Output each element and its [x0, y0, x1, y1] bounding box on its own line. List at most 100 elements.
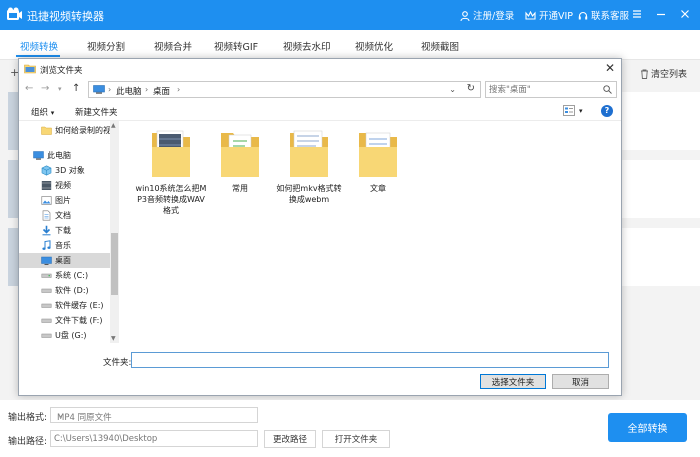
tab-video-optimize[interactable]: 视频优化	[355, 39, 393, 53]
nav-item-pictures[interactable]: 图片	[19, 193, 111, 208]
folder-icon	[41, 126, 52, 135]
support-link[interactable]: 联系客服	[578, 8, 629, 22]
refresh-icon[interactable]: ↻	[467, 83, 475, 94]
file-list-row[interactable]	[622, 92, 700, 150]
nav-item-downloads[interactable]: 下载	[19, 223, 111, 238]
tab-video-screenshot[interactable]: 视频截图	[421, 39, 459, 53]
app-title: 迅捷视频转换器	[27, 10, 104, 23]
tab-video-merge[interactable]: 视频合并	[154, 39, 192, 53]
file-list-row[interactable]	[622, 160, 700, 218]
usb-drive-icon	[41, 333, 52, 338]
nav-item-this-pc[interactable]: 此电脑	[19, 148, 111, 163]
folder-item[interactable]: 如何把mkv格式转换成webm	[273, 127, 345, 205]
folder-label: 如何把mkv格式转换成webm	[276, 184, 342, 204]
user-icon	[460, 11, 470, 22]
picture-icon	[41, 196, 52, 205]
breadcrumb-separator: ›	[108, 85, 112, 94]
new-folder-button[interactable]: 新建文件夹	[75, 106, 118, 118]
browse-folder-dialog: 浏览文件夹 ✕ ← → ▾ ↑ › 此电脑 › 桌面 › ⌄ ↻ 组织 ▾ 新建…	[18, 58, 622, 396]
navigation-pane: 如何给录制的视 此电脑 3D 对象 视频 图片 文档 下载 音乐 桌面 系统 (…	[19, 121, 119, 343]
title-bar: 迅捷视频转换器 注册/登录 开通VIP 联系客服	[0, 0, 700, 30]
search-box[interactable]	[485, 81, 617, 98]
navigation-scrollbar[interactable]: ▲ ▼	[110, 121, 119, 343]
drive-icon	[41, 273, 52, 278]
vip-link[interactable]: 开通VIP	[525, 8, 573, 22]
search-icon	[603, 85, 612, 94]
chevron-down-icon[interactable]: ▾	[579, 107, 583, 115]
nav-item-label: 文件下载 (F:)	[55, 316, 103, 325]
main-tabs: 视频转换 视频分割 视频合并 视频转GIF 视频去水印 视频优化 视频截图	[0, 30, 700, 60]
dialog-close-icon[interactable]: ✕	[605, 61, 615, 75]
search-input[interactable]	[489, 83, 599, 96]
forward-arrow-icon[interactable]: →	[41, 83, 49, 94]
convert-all-button[interactable]: 全部转换	[608, 413, 687, 442]
nav-item-label: 文档	[55, 211, 71, 220]
folder-item[interactable]: 常用	[204, 127, 276, 194]
help-icon[interactable]: ?	[601, 105, 613, 117]
organize-menu[interactable]: 组织 ▾	[31, 106, 54, 118]
organize-label: 组织	[31, 108, 49, 118]
menu-icon[interactable]	[629, 6, 645, 22]
nav-item-drive-e[interactable]: 软件缓存 (E:)	[19, 298, 111, 313]
desktop-icon	[41, 256, 52, 265]
tab-video-split[interactable]: 视频分割	[87, 39, 125, 53]
minimize-icon[interactable]	[653, 6, 669, 22]
scrollbar-thumb[interactable]	[111, 233, 118, 295]
chevron-down-icon[interactable]: ⌄	[449, 85, 456, 94]
select-folder-button[interactable]: 选择文件夹	[480, 374, 546, 389]
login-link[interactable]: 注册/登录	[460, 8, 514, 22]
change-path-button[interactable]: 更改路径	[264, 430, 316, 448]
download-icon	[42, 225, 51, 236]
nav-item-documents[interactable]: 文档	[19, 208, 111, 223]
tab-video-to-gif[interactable]: 视频转GIF	[214, 39, 258, 53]
nav-item-desktop[interactable]: 桌面	[19, 253, 111, 268]
dialog-title-bar: 浏览文件夹 ✕	[19, 59, 621, 79]
cancel-button[interactable]: 取消	[552, 374, 609, 389]
clear-list-label: 清空列表	[651, 70, 688, 80]
folder-name-input[interactable]	[131, 352, 609, 368]
nav-item-label: 如何给录制的视	[55, 126, 111, 135]
nav-item-videos[interactable]: 视频	[19, 178, 111, 193]
computer-icon	[93, 85, 105, 94]
view-options-icon[interactable]	[563, 105, 575, 116]
nav-item-recent-folder[interactable]: 如何给录制的视	[19, 123, 111, 138]
dialog-title: 浏览文件夹	[40, 66, 83, 76]
address-bar[interactable]: › 此电脑 › 桌面 › ⌄ ↻	[88, 81, 481, 98]
folder-name-label: 文件夹:	[103, 358, 132, 368]
folder-label: 文章	[370, 184, 386, 193]
up-arrow-icon[interactable]: ↑	[72, 83, 80, 94]
scroll-down-icon[interactable]: ▼	[111, 335, 116, 342]
tab-remove-watermark[interactable]: 视频去水印	[283, 39, 331, 53]
output-format-select[interactable]: MP4 同原文件 ⌄	[50, 407, 258, 423]
active-tab-indicator	[16, 55, 60, 57]
clear-list-button[interactable]: 清空列表	[640, 67, 687, 80]
trash-icon	[641, 69, 648, 79]
nav-item-3d-objects[interactable]: 3D 对象	[19, 163, 111, 178]
scroll-up-icon[interactable]: ▲	[111, 122, 116, 129]
file-list-row[interactable]	[622, 228, 700, 286]
video-icon	[41, 181, 52, 190]
recent-locations-icon[interactable]: ▾	[58, 85, 62, 93]
crown-icon	[525, 10, 536, 20]
nav-item-label: 软件缓存 (E:)	[55, 301, 104, 310]
nav-item-music[interactable]: 音乐	[19, 238, 111, 253]
folder-icon	[290, 130, 328, 177]
nav-item-drive-f[interactable]: 文件下载 (F:)	[19, 313, 111, 328]
breadcrumb-separator: ›	[177, 85, 181, 94]
tab-video-convert[interactable]: 视频转换	[20, 39, 58, 53]
breadcrumb-this-pc[interactable]: 此电脑	[116, 85, 142, 97]
folder-item[interactable]: win10系统怎么把MP3音频转换成WAV格式	[135, 127, 207, 216]
output-format-label: 输出格式:	[8, 413, 48, 423]
breadcrumb-desktop[interactable]: 桌面	[153, 85, 170, 97]
open-folder-button[interactable]: 打开文件夹	[322, 430, 390, 448]
folder-item[interactable]: 文章	[342, 127, 414, 194]
nav-item-drive-g[interactable]: U盘 (G:)	[19, 328, 111, 343]
back-arrow-icon[interactable]: ←	[25, 83, 33, 94]
output-path-input[interactable]	[50, 430, 258, 447]
nav-item-drive-d[interactable]: 软件 (D:)	[19, 283, 111, 298]
address-row: ← → ▾ ↑ › 此电脑 › 桌面 › ⌄ ↻	[19, 79, 621, 101]
close-icon[interactable]	[677, 6, 693, 22]
nav-item-drive-c[interactable]: 系统 (C:)	[19, 268, 111, 283]
document-icon	[42, 210, 51, 221]
breadcrumb-separator: ›	[145, 85, 149, 94]
